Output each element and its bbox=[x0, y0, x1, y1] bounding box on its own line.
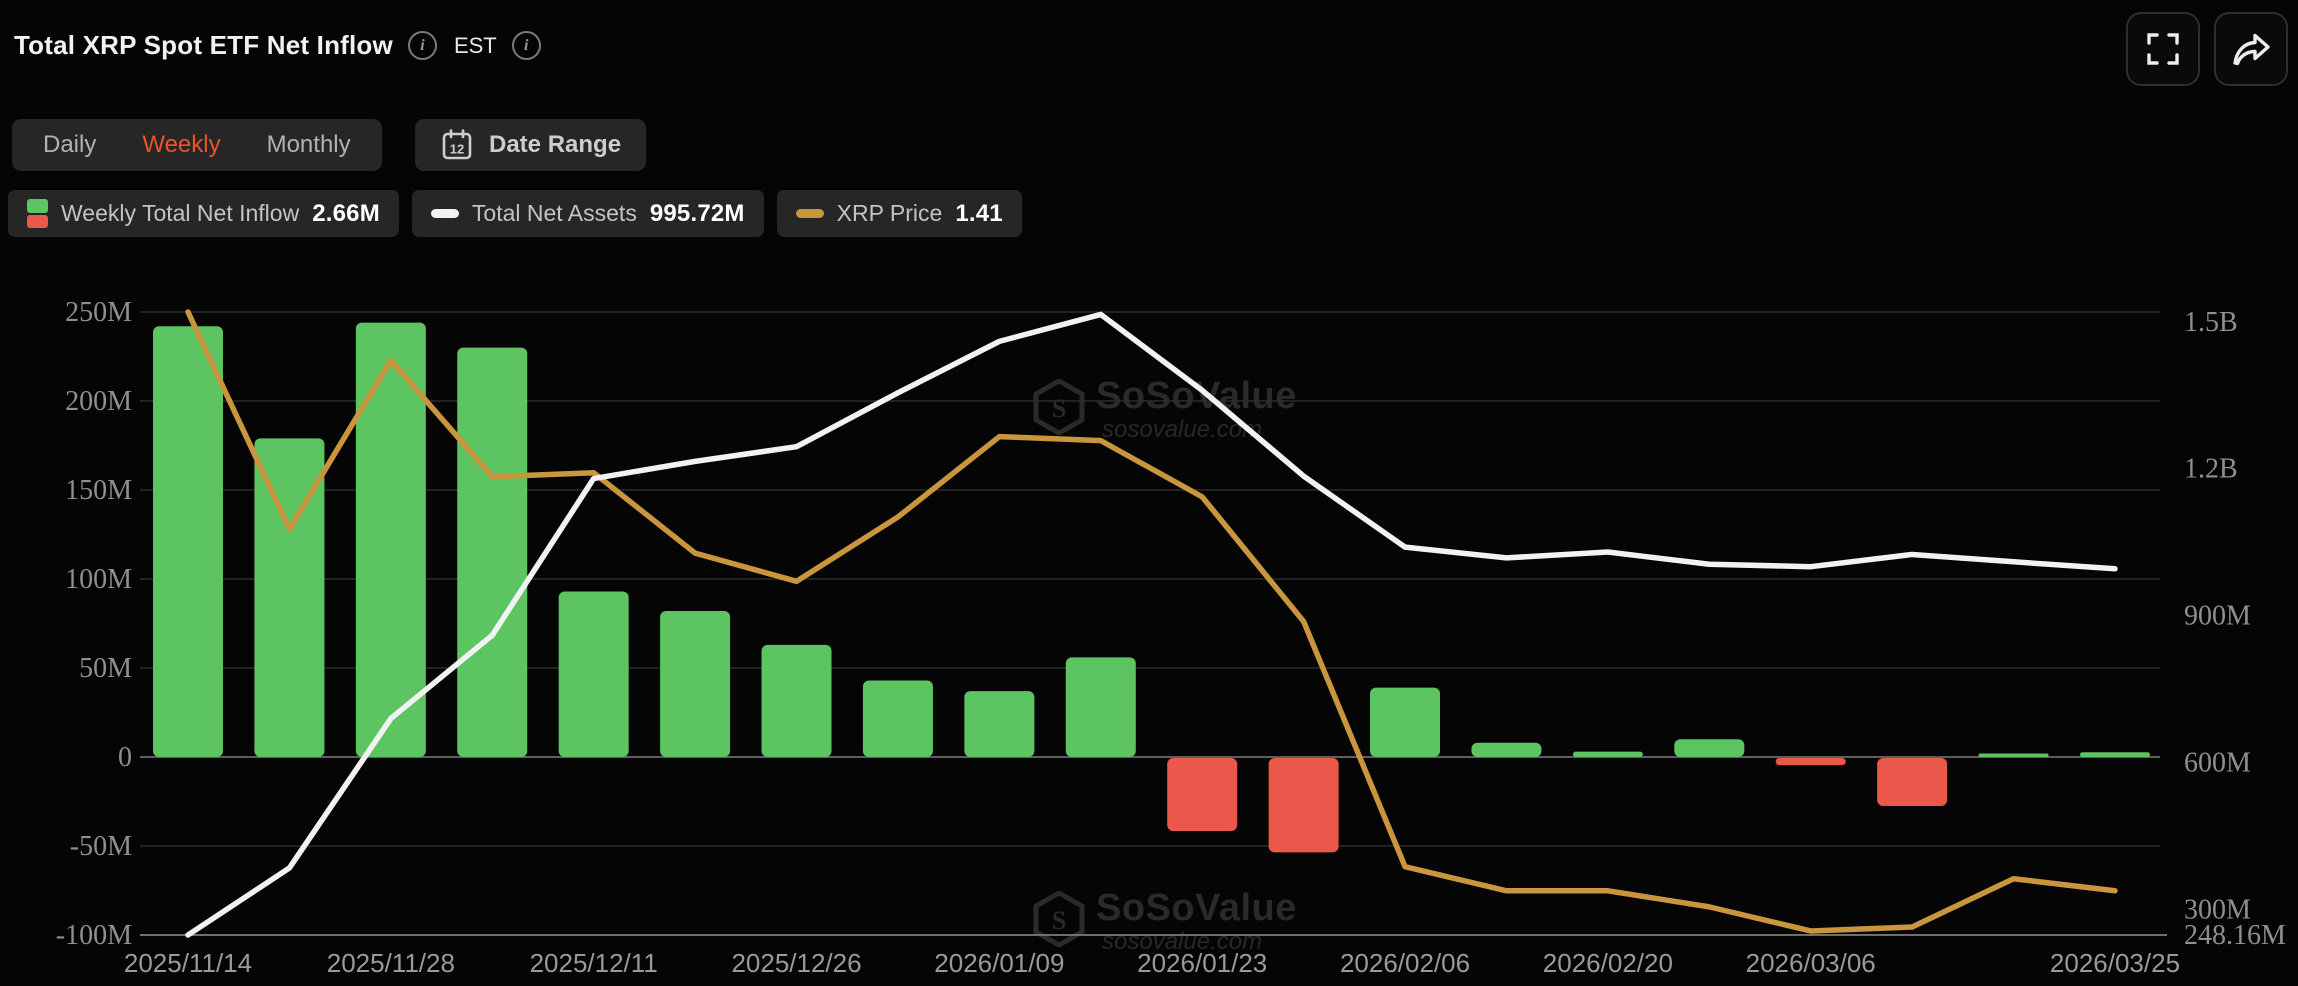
inflow-bar[interactable] bbox=[1776, 758, 1846, 765]
inflow-bar[interactable] bbox=[1066, 657, 1136, 757]
inflow-bar[interactable] bbox=[2080, 752, 2150, 757]
x-axis-label: 2026/03/25 bbox=[2050, 948, 2180, 978]
left-axis-label: -50M bbox=[70, 831, 132, 862]
right-axis-label: 1.2B bbox=[2184, 454, 2238, 485]
left-axis-label: 100M bbox=[65, 564, 132, 595]
inflow-bar[interactable] bbox=[964, 691, 1034, 757]
x-axis-label: 2025/11/28 bbox=[327, 948, 455, 978]
left-axis-label: 150M bbox=[65, 475, 132, 506]
inflow-bar[interactable] bbox=[1370, 688, 1440, 757]
x-axis-label: 2026/03/06 bbox=[1746, 948, 1876, 978]
inflow-bar[interactable] bbox=[153, 326, 223, 757]
right-axis-label: 1.5B bbox=[2184, 307, 2238, 338]
left-axis-label: 0 bbox=[118, 742, 132, 773]
inflow-bar[interactable] bbox=[863, 680, 933, 757]
left-axis-label: 50M bbox=[79, 653, 132, 684]
right-axis-label: 600M bbox=[2184, 748, 2251, 779]
inflow-bar[interactable] bbox=[1167, 758, 1237, 831]
inflow-bar[interactable] bbox=[1573, 752, 1643, 757]
left-axis-label: 250M bbox=[65, 297, 132, 328]
inflow-bar[interactable] bbox=[1979, 753, 2049, 757]
left-axis-label: -100M bbox=[56, 920, 132, 951]
inflow-bar[interactable] bbox=[1674, 739, 1744, 757]
x-axis-label: 2026/02/06 bbox=[1340, 948, 1470, 978]
left-axis-label: 200M bbox=[65, 386, 132, 417]
x-axis-label: 2026/01/09 bbox=[934, 948, 1064, 978]
inflow-bar[interactable] bbox=[1269, 758, 1339, 852]
inflow-bar[interactable] bbox=[1471, 743, 1541, 757]
inflow-bar[interactable] bbox=[1877, 758, 1947, 806]
x-axis-label: 2025/12/11 bbox=[530, 948, 658, 978]
x-axis-label: 2025/11/14 bbox=[124, 948, 252, 978]
inflow-bar[interactable] bbox=[457, 348, 527, 757]
etf-net-inflow-chart[interactable]: 250M 200M 150M 100M 50M 0 -50M -100M 1.5B 1.2B 900… bbox=[0, 0, 2298, 986]
x-axis-label: 2025/12/26 bbox=[731, 948, 861, 978]
right-axis-label: 248.16M bbox=[2184, 920, 2286, 951]
inflow-bar[interactable] bbox=[559, 591, 629, 757]
x-axis-label: 2026/02/20 bbox=[1543, 948, 1673, 978]
x-axis-label: 2026/01/23 bbox=[1137, 948, 1267, 978]
right-axis-label: 900M bbox=[2184, 601, 2251, 632]
inflow-bar[interactable] bbox=[762, 645, 832, 757]
inflow-bar[interactable] bbox=[660, 611, 730, 757]
